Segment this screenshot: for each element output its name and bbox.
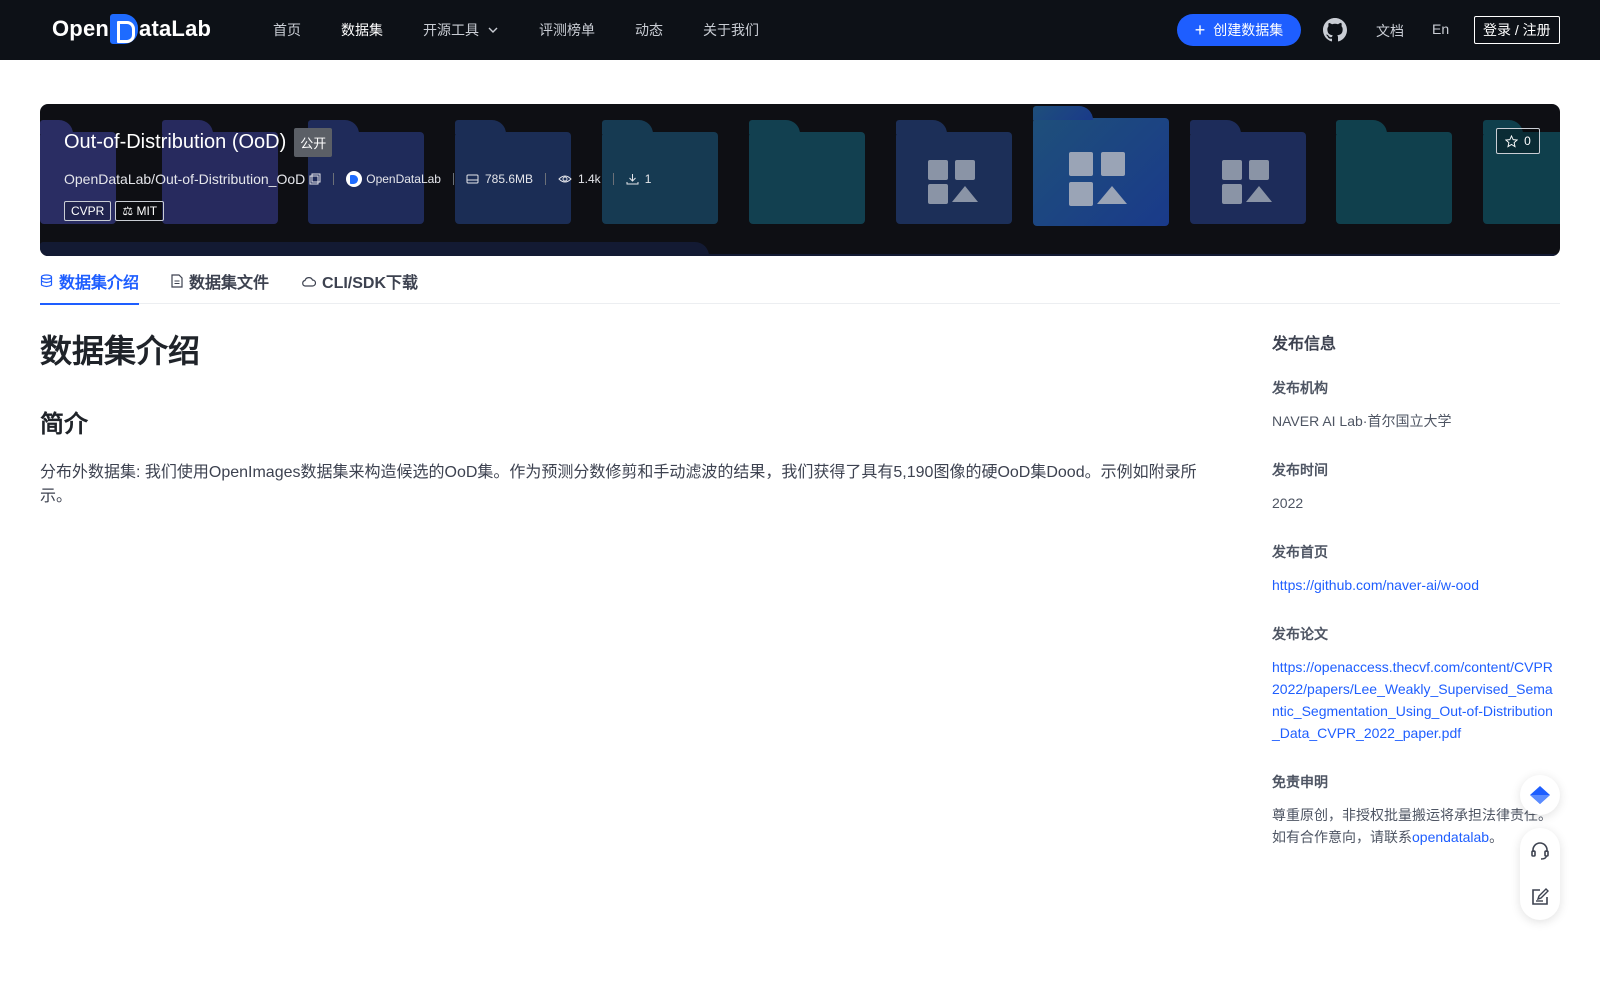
meta-separator <box>333 173 335 185</box>
chevron-down-icon <box>488 27 498 33</box>
image-placeholder-icon <box>1222 160 1274 204</box>
tag-license[interactable]: ⚖ MIT <box>115 201 165 221</box>
top-navbar: Open ataLab 首页 数据集 开源工具 评测榜单 动态 关于我们 + 创… <box>0 0 1600 60</box>
headset-icon <box>1531 842 1549 860</box>
site-logo[interactable]: Open ataLab <box>52 14 211 44</box>
tab-cli-sdk-label: CLI/SDK下载 <box>322 275 419 292</box>
copy-icon[interactable] <box>309 173 321 185</box>
banner-folder-decoration <box>40 242 1560 256</box>
content-heading: 数据集介绍 <box>40 333 201 369</box>
tab-files[interactable]: 数据集文件 <box>171 258 269 304</box>
tab-cli-sdk[interactable]: CLI/SDK下载 <box>301 258 418 304</box>
dataset-downloads-value: 1 <box>644 172 652 186</box>
banner-folder-decoration <box>896 120 1012 224</box>
dataset-tags: CVPR ⚖ MIT <box>64 201 651 221</box>
nav-link-home[interactable]: 首页 <box>273 20 301 40</box>
star-count: 0 <box>1524 134 1531 148</box>
create-dataset-label: 创建数据集 <box>1213 22 1284 38</box>
nav-links: 首页 数据集 开源工具 评测榜单 动态 关于我们 <box>273 0 799 60</box>
dataset-tabs: 数据集介绍 数据集文件 CLI/SDK下载 <box>40 258 1560 305</box>
star-icon <box>1505 134 1519 148</box>
dataset-banner: Out-of-Distribution (OoD) 公开 OpenDataLab… <box>40 104 1560 256</box>
edit-icon <box>1532 888 1549 905</box>
dataset-downloads: 1 <box>626 172 652 186</box>
disclaimer-contact-link[interactable]: opendatalab <box>1412 829 1489 845</box>
meta-separator <box>612 173 614 185</box>
disclaimer-label: 免责申明 <box>1272 774 1328 790</box>
login-register-button[interactable]: 登录 / 注册 <box>1474 16 1560 44</box>
banner-folder-decoration <box>1336 120 1452 224</box>
database-icon <box>40 274 53 288</box>
paper-link[interactable]: https://openaccess.thecvf.com/content/CV… <box>1272 656 1556 744</box>
nav-link-leaderboard[interactable]: 评测榜单 <box>539 20 595 40</box>
download-icon <box>626 174 639 185</box>
dataset-size: 785.6MB <box>466 172 533 186</box>
publisher-value: NAVER AI Lab·首尔国立大学 <box>1272 413 1452 429</box>
create-dataset-button[interactable]: + 创建数据集 <box>1177 14 1301 46</box>
disk-icon <box>466 174 479 184</box>
logo-text-right: ataLab <box>139 16 212 41</box>
banner-folder-decoration <box>749 120 865 224</box>
dataset-title-row: Out-of-Distribution (OoD) 公开 <box>64 128 651 157</box>
dataset-size-value: 785.6MB <box>484 172 533 186</box>
publisher-label: 发布机构 <box>1272 380 1328 396</box>
dataset-introduction: 数据集介绍 简介 分布外数据集: 我们使用OpenImages数据集来构造候选的… <box>40 326 1200 509</box>
meta-separator <box>545 173 546 185</box>
nav-docs-link[interactable]: 文档 <box>1376 21 1404 41</box>
image-placeholder-icon <box>928 160 980 204</box>
dataset-meta-row: OpenDataLab/Out-of-Distribution_OoD Open… <box>64 171 651 187</box>
disclaimer-end: 。 <box>1489 829 1504 845</box>
disclaimer-text: 尊重原创，非授权批量搬运将承担法律责任。如有合作意向，请联系opendatala… <box>1272 804 1556 848</box>
dataset-org-name: OpenDataLab <box>366 172 441 186</box>
tab-introduction[interactable]: 数据集介绍 <box>40 258 140 305</box>
scale-icon: ⚖ <box>122 204 134 218</box>
cloud-icon <box>302 276 317 287</box>
dataset-path: OpenDataLab/Out-of-Distribution_OoD <box>64 171 306 187</box>
nav-link-open-tools[interactable]: 开源工具 <box>423 20 499 40</box>
publish-info-title: 发布信息 <box>1272 336 1337 353</box>
tag-license-label: MIT <box>136 204 158 218</box>
file-icon <box>171 274 183 288</box>
nav-link-datasets[interactable]: 数据集 <box>341 20 383 40</box>
homepage-label: 发布首页 <box>1272 544 1328 560</box>
floating-toolbar <box>1520 828 1560 920</box>
paper-label: 发布论文 <box>1272 626 1328 642</box>
dataset-org[interactable]: OpenDataLab <box>346 171 441 187</box>
floating-feature-button[interactable] <box>1520 775 1560 815</box>
logo-d-mark <box>110 14 139 44</box>
dataset-title: Out-of-Distribution (OoD) <box>64 131 287 153</box>
plus-icon: + <box>1194 20 1206 40</box>
image-placeholder-icon <box>1069 152 1133 206</box>
nav-link-open-tools-label: 开源工具 <box>423 22 479 38</box>
nav-link-about[interactable]: 关于我们 <box>703 20 759 40</box>
dataset-views-value: 1.4k <box>578 172 601 186</box>
banner-folder-decoration <box>1033 106 1169 226</box>
github-icon[interactable] <box>1323 18 1347 42</box>
language-switch[interactable]: En <box>1432 21 1449 37</box>
feedback-button[interactable] <box>1520 877 1560 917</box>
banner-folder-decoration <box>1190 120 1306 224</box>
star-button[interactable]: 0 <box>1496 128 1540 154</box>
nav-link-news[interactable]: 动态 <box>635 20 663 40</box>
meta-separator <box>452 173 454 185</box>
content-paragraph: 分布外数据集: 我们使用OpenImages数据集来构造候选的OoD集。作为预测… <box>40 464 1197 505</box>
publish-time-value: 2022 <box>1272 495 1304 511</box>
dataset-header: Out-of-Distribution (OoD) 公开 OpenDataLab… <box>64 128 651 221</box>
visibility-badge: 公开 <box>294 128 333 157</box>
tag-cvpr[interactable]: CVPR <box>64 201 112 221</box>
publish-time-label: 发布时间 <box>1272 462 1328 478</box>
org-avatar <box>346 171 363 187</box>
logo-text-left: Open <box>52 16 110 41</box>
tab-files-label: 数据集文件 <box>189 275 270 292</box>
dataset-views: 1.4k <box>558 172 601 186</box>
publish-info-sidebar: 发布信息 发布机构 NAVER AI Lab·首尔国立大学 发布时间 2022 … <box>1272 330 1556 848</box>
eye-icon <box>558 175 572 183</box>
diamond-icon <box>1530 786 1550 804</box>
content-subheading: 简介 <box>40 411 88 438</box>
tab-introduction-label: 数据集介绍 <box>59 275 140 292</box>
homepage-link[interactable]: https://github.com/naver-ai/w-ood <box>1272 574 1556 596</box>
support-button[interactable] <box>1520 831 1560 871</box>
